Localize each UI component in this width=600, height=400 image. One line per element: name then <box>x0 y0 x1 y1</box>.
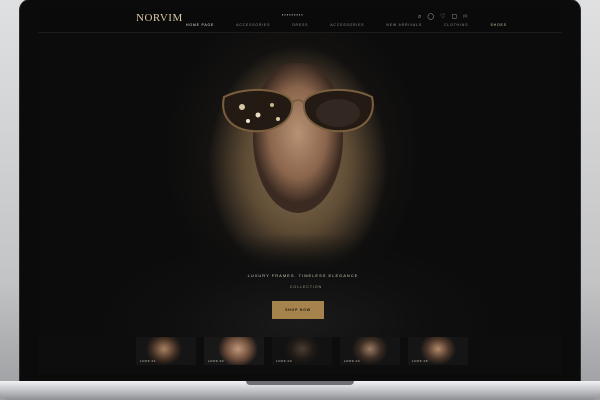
thumbnail-caption: LOOK 04 <box>344 359 361 363</box>
thumbnail-card[interactable]: LOOK 01 <box>136 337 196 365</box>
hero-heading: LUXURY FRAMES. TIMELESS ELEGANCE <box>247 273 359 278</box>
hero-banner: LUXURY FRAMES. TIMELESS ELEGANCE COLLECT… <box>38 33 562 337</box>
nav-item-new-arrivals[interactable]: NEW ARRIVALS <box>386 23 422 27</box>
main-nav: HOME PAGE ACCESSORIES DRESS ACCESSORIES … <box>186 23 507 27</box>
site-header: NORVIM ▪▪▪▪▪▪▪▪▪ HOME PAGE ACCESSORIES D… <box>38 6 562 33</box>
thumbnail-card[interactable]: LOOK 05 <box>408 337 468 365</box>
search-icon[interactable]: ⌕ <box>418 14 421 20</box>
topbar-label: ▪▪▪▪▪▪▪▪▪ <box>282 12 304 17</box>
heart-icon[interactable]: ♡ <box>440 14 445 20</box>
hero-subheading: COLLECTION <box>289 285 323 289</box>
thumbnail-caption: LOOK 05 <box>412 359 429 363</box>
cart-count: (0) <box>463 14 468 19</box>
thumbnail-card[interactable]: LOOK 03 <box>272 337 332 365</box>
cart-icon[interactable]: ▢ <box>451 14 457 20</box>
nav-item-accessories-2[interactable]: ACCESSORIES <box>330 23 364 27</box>
thumbnail-caption: LOOK 02 <box>208 359 225 363</box>
nav-item-dress[interactable]: DRESS <box>292 23 308 27</box>
header-icons: ⌕ ◯ ♡ ▢ (0) <box>418 14 467 20</box>
thumbnail-strip: LOOK 01 LOOK 02 LOOK 03 LOOK 04 LOOK 05 <box>136 337 468 365</box>
shop-now-button[interactable]: SHOP NOW <box>272 301 324 319</box>
laptop-notch <box>246 381 354 385</box>
thumbnail-caption: LOOK 01 <box>140 359 157 363</box>
user-icon[interactable]: ◯ <box>427 14 434 20</box>
thumbnail-caption: LOOK 03 <box>276 359 293 363</box>
shop-now-label: SHOP NOW <box>285 308 311 312</box>
thumbnail-card[interactable]: LOOK 02 <box>204 337 264 365</box>
sunglasses-image <box>222 88 374 133</box>
thumbnail-card[interactable]: LOOK 04 <box>340 337 400 365</box>
nav-item-shoes[interactable]: SHOES <box>490 23 506 27</box>
nav-item-home[interactable]: HOME PAGE <box>186 23 214 27</box>
brand-logo[interactable]: NORVIM <box>136 12 183 24</box>
nav-item-clothing[interactable]: CLOTHING <box>444 23 468 27</box>
nav-item-accessories[interactable]: ACCESSORIES <box>236 23 270 27</box>
browser-screen: NORVIM ▪▪▪▪▪▪▪▪▪ HOME PAGE ACCESSORIES D… <box>38 6 562 374</box>
